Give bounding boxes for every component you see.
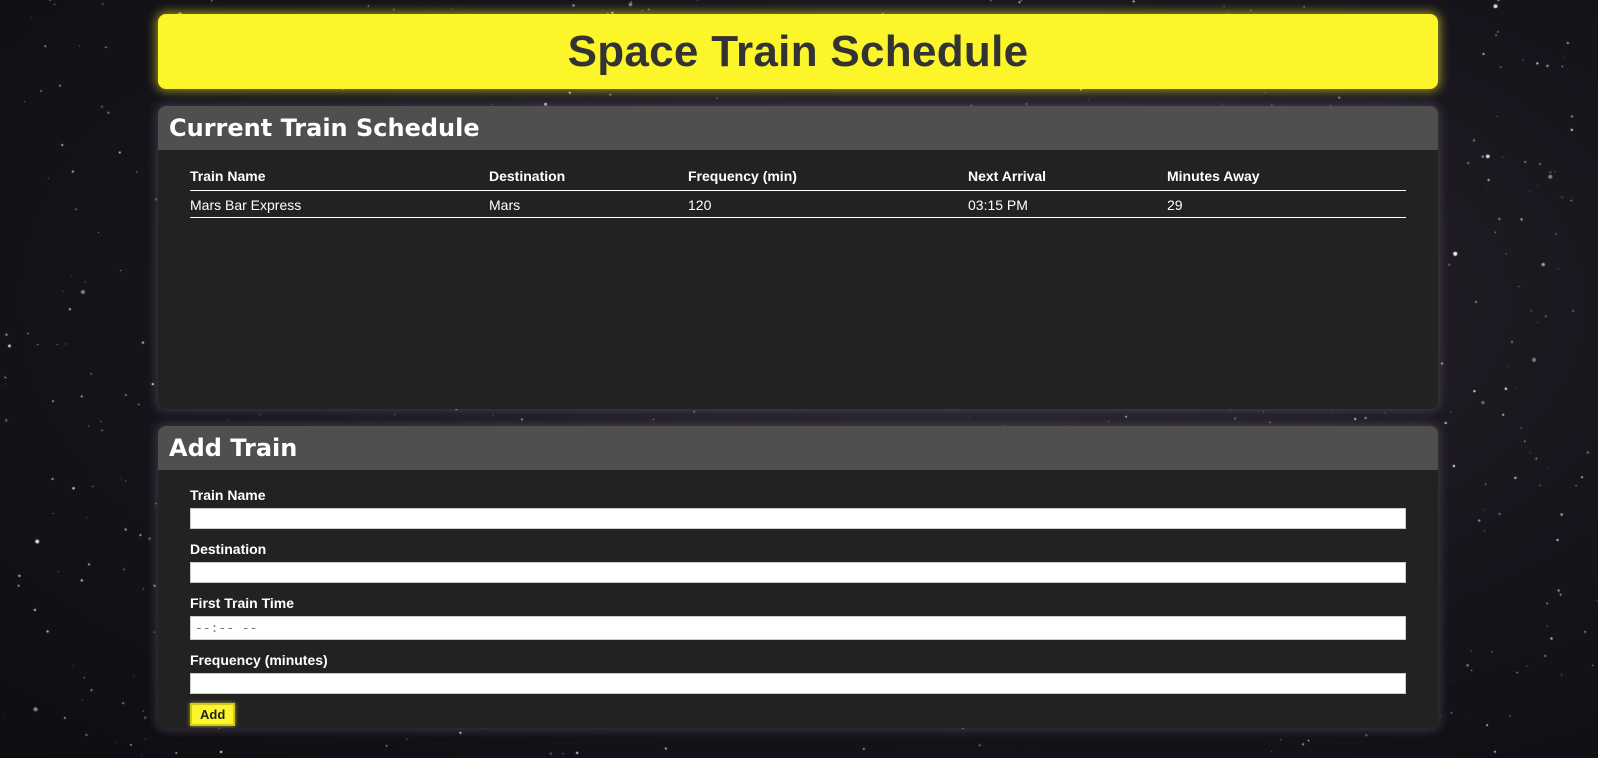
- column-header-train-name: Train Name: [190, 164, 489, 191]
- title-banner: Space Train Schedule: [158, 14, 1438, 89]
- column-header-destination: Destination: [489, 164, 688, 191]
- page-title: Space Train Schedule: [567, 26, 1029, 76]
- schedule-heading: Current Train Schedule: [169, 114, 480, 142]
- schedule-table: Train Name Destination Frequency (min) N…: [190, 164, 1406, 218]
- column-header-next-arrival: Next Arrival: [968, 164, 1167, 191]
- first-train-time-label: First Train Time: [190, 595, 294, 611]
- frequency-input[interactable]: [190, 673, 1406, 694]
- add-train-form: Train Name Destination First Train Time …: [190, 486, 1406, 726]
- cell-minutes-away: 29: [1167, 190, 1406, 218]
- schedule-panel: Current Train Schedule Train Name Destin…: [158, 106, 1438, 409]
- add-train-panel: Add Train Train Name Destination First T…: [158, 426, 1438, 728]
- column-header-frequency: Frequency (min): [688, 164, 968, 191]
- destination-label: Destination: [190, 541, 267, 557]
- add-train-heading: Add Train: [169, 434, 298, 462]
- add-button[interactable]: Add: [190, 703, 236, 726]
- first-train-time-input[interactable]: [190, 616, 1406, 640]
- destination-input[interactable]: [190, 562, 1406, 583]
- cell-train-name: Mars Bar Express: [190, 190, 489, 218]
- frequency-label: Frequency (minutes): [190, 652, 328, 668]
- column-header-minutes-away: Minutes Away: [1167, 164, 1406, 191]
- add-train-panel-header: Add Train: [158, 426, 1438, 470]
- cell-destination: Mars: [489, 190, 688, 218]
- schedule-panel-header: Current Train Schedule: [158, 106, 1438, 150]
- cell-frequency: 120: [688, 190, 968, 218]
- table-header-row: Train Name Destination Frequency (min) N…: [190, 164, 1406, 191]
- train-name-input[interactable]: [190, 508, 1406, 529]
- train-name-label: Train Name: [190, 487, 266, 503]
- table-row: Mars Bar Express Mars 120 03:15 PM 29: [190, 190, 1406, 218]
- cell-next-arrival: 03:15 PM: [968, 190, 1167, 218]
